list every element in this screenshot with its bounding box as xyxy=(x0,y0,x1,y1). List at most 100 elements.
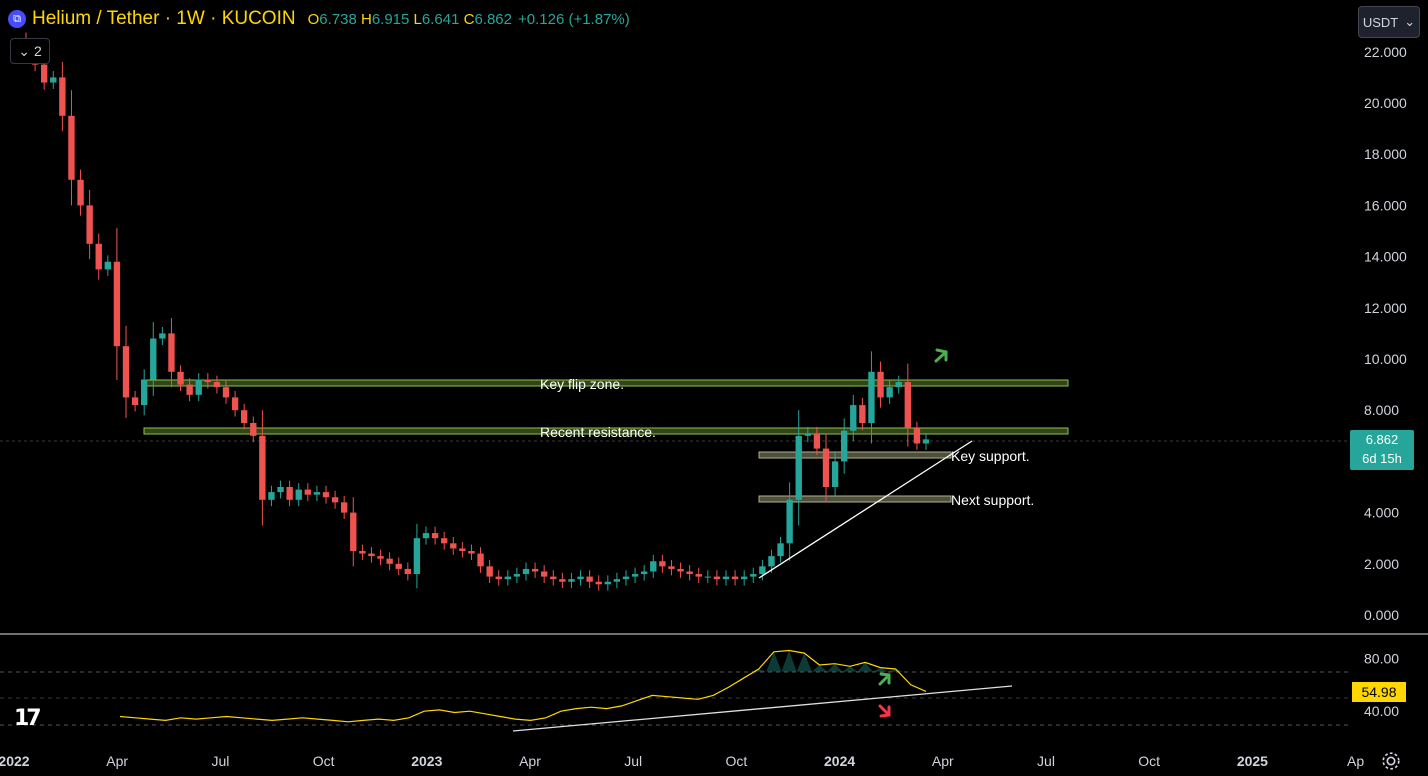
currency-selector[interactable]: USDT ⌄ xyxy=(1358,6,1420,38)
symbol-title[interactable]: Helium / Tether · 1W · KUCOIN xyxy=(32,8,296,30)
candle-body xyxy=(859,405,866,423)
price-tick-label: 2.000 xyxy=(1364,556,1399,572)
rsi-trendline xyxy=(512,685,1013,732)
candle-body xyxy=(668,566,675,569)
candle-body xyxy=(141,379,148,406)
candle-body xyxy=(422,533,430,539)
current-price-value: 6.862 xyxy=(1365,432,1399,447)
time-axis-label: 2023 xyxy=(411,753,442,769)
candle-body xyxy=(377,556,384,559)
candle-body xyxy=(850,405,857,431)
candle-body xyxy=(231,397,239,411)
candle-body xyxy=(95,243,102,270)
arrow-up-green-icon xyxy=(934,348,948,363)
time-axis-label: Jul xyxy=(211,753,229,769)
time-axis-label: Jul xyxy=(1037,753,1055,769)
rsi-arrow-down-red-icon xyxy=(878,704,891,718)
time-axis-label: 2025 xyxy=(1237,753,1268,769)
time-axis-label: Apr xyxy=(106,753,128,769)
rsi-tick-label: 40.00 xyxy=(1364,703,1399,719)
price-change: +0.126 (+1.87%) xyxy=(518,10,630,28)
annotation-next-support: Next support. xyxy=(951,492,1034,508)
candle-body xyxy=(722,576,730,580)
indicator-toggle-button[interactable]: ⌄ 2 xyxy=(10,38,50,64)
candle-body xyxy=(759,566,766,575)
time-axis: 2022 Apr Jul Oct 2023 Apr Jul Oct 2024 Apr Jul Oct 2… xyxy=(0,753,1364,769)
candle-body xyxy=(495,576,502,580)
candle-body xyxy=(131,397,139,406)
time-axis-label: Ap xyxy=(1347,753,1364,769)
candle-body xyxy=(368,553,375,557)
price-tick-label: 20.000 xyxy=(1364,95,1407,111)
candle-body xyxy=(113,261,121,347)
candle-body xyxy=(213,382,221,388)
candle-body xyxy=(686,571,693,575)
candle-body xyxy=(659,561,666,567)
tradingview-logo[interactable]: 17 xyxy=(14,706,42,731)
candle-body xyxy=(795,435,802,500)
candle-body xyxy=(541,571,548,577)
candle-body xyxy=(522,568,530,575)
candle-body xyxy=(768,556,775,567)
candle-body xyxy=(304,489,311,495)
annotation-recent-resistance: Recent resistance. xyxy=(540,424,656,440)
candle-body xyxy=(68,115,75,180)
candle-body xyxy=(395,563,402,569)
candlestick-series xyxy=(22,32,930,591)
candle-body xyxy=(841,430,848,462)
candle-body xyxy=(641,571,648,575)
rsi-arrow-up-green-icon xyxy=(878,672,891,686)
candle-body xyxy=(450,543,457,549)
candle-body xyxy=(268,492,275,500)
candle-body xyxy=(77,179,84,206)
candle-body xyxy=(777,543,784,557)
candle-body xyxy=(41,64,48,83)
candle-body xyxy=(322,492,330,498)
candle-body xyxy=(741,576,748,580)
candle-body xyxy=(386,558,393,564)
candle-body xyxy=(168,333,175,372)
candle-body xyxy=(204,379,211,383)
candle-body xyxy=(259,435,266,500)
candle-body xyxy=(922,439,930,444)
price-chart[interactable]: Key flip zone. Recent resistance. Key su… xyxy=(0,0,1428,776)
candle-body xyxy=(86,205,93,244)
symbol-header[interactable]: ⧉ Helium / Tether · 1W · KUCOIN O6.738 H… xyxy=(8,8,630,30)
candle-body xyxy=(586,576,593,582)
time-axis-label: Oct xyxy=(313,753,335,769)
candle-body xyxy=(631,574,639,577)
candle-body xyxy=(195,379,202,395)
time-axis-label: Apr xyxy=(519,753,541,769)
candle-body xyxy=(277,487,284,493)
candle-body xyxy=(513,574,521,577)
candle-body xyxy=(895,382,902,388)
candle-body xyxy=(331,497,339,503)
price-tick-label: 12.000 xyxy=(1364,300,1407,316)
candle-body xyxy=(613,579,621,582)
candle-body xyxy=(404,568,411,575)
candle-body xyxy=(568,579,575,582)
candle-body xyxy=(413,538,421,575)
annotation-key-support: Key support. xyxy=(951,448,1030,464)
candle-body xyxy=(441,538,448,544)
time-axis-label: 2022 xyxy=(0,753,30,769)
candle-body xyxy=(459,548,466,551)
candle-body xyxy=(622,576,630,580)
candle-body xyxy=(350,512,357,551)
rsi-panel xyxy=(0,649,1348,732)
candle-body xyxy=(750,574,757,577)
ohlc-values: O6.738 H6.915 L6.641 C6.862 xyxy=(307,10,512,28)
helium-coin-icon: ⧉ xyxy=(8,10,26,28)
candle-body xyxy=(813,433,821,449)
candle-body xyxy=(604,581,611,585)
candle-body xyxy=(904,382,911,429)
time-axis-label: Oct xyxy=(1138,753,1160,769)
gear-icon[interactable] xyxy=(1380,750,1402,772)
candle-body xyxy=(831,461,839,487)
candle-body xyxy=(913,428,921,444)
time-axis-label: 2024 xyxy=(824,753,855,769)
candle-body xyxy=(241,410,248,423)
candle-body xyxy=(868,371,875,423)
indicator-count: 2 xyxy=(33,43,42,59)
current-price-label: 6.862 6d 15h xyxy=(1350,430,1414,470)
